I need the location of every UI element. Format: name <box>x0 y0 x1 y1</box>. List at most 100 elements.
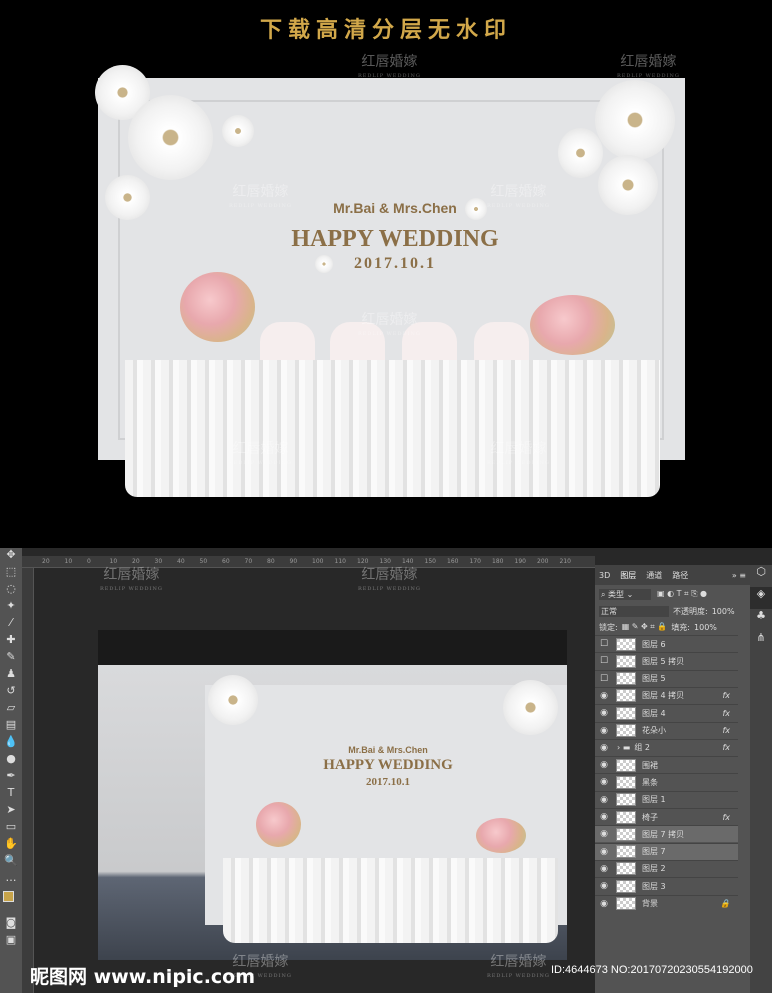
fill-input[interactable]: 100% <box>694 623 717 632</box>
move-tool-icon[interactable]: ✥ <box>0 548 22 565</box>
eye-icon[interactable]: ◉ <box>595 795 613 805</box>
color-swatches[interactable] <box>0 888 22 916</box>
quick-mask-icon[interactable]: ◙ <box>0 916 22 933</box>
blend-mode-select[interactable]: 正常 <box>599 605 669 617</box>
watermark: 红唇婚嫁 REDLIP WEDDING <box>358 312 421 337</box>
layer-name[interactable]: 背景 <box>642 898 658 909</box>
visibility-off-box[interactable]: ☐ <box>595 656 613 666</box>
layer-name[interactable]: 花朵小 <box>642 725 666 736</box>
fx-badge[interactable]: fx <box>722 726 730 735</box>
zoom-tool-icon[interactable]: 🔍 <box>0 854 22 871</box>
marquee-tool-icon[interactable]: ⬚ <box>0 565 22 582</box>
watermark: 红唇婚嫁 REDLIP WEDDING <box>358 567 421 592</box>
shape-tool-icon[interactable]: ▭ <box>0 820 22 837</box>
healing-brush-icon[interactable]: ✚ <box>0 633 22 650</box>
stamp-tool-icon[interactable]: ♟ <box>0 667 22 684</box>
fx-badge[interactable]: fx <box>722 709 730 718</box>
flower <box>105 175 150 220</box>
layer-filter-select[interactable]: ⌕ 类型 ⌄ <box>599 588 651 600</box>
eye-icon[interactable]: ◉ <box>595 899 613 909</box>
eye-icon[interactable]: ◉ <box>595 743 613 753</box>
panel-menu-icon[interactable]: » ≡ <box>732 571 750 580</box>
path-select-icon[interactable]: ➤ <box>0 803 22 820</box>
layer-row[interactable]: ☐ 图层 5 拷贝 <box>595 652 738 669</box>
brush-tool-icon[interactable]: ✎ <box>0 650 22 667</box>
layer-name[interactable]: 图层 5 拷贝 <box>642 656 684 667</box>
blur-tool-icon[interactable]: 💧 <box>0 735 22 752</box>
hand-tool-icon[interactable]: ✋ <box>0 837 22 854</box>
channels-panel-icon[interactable]: ♣ <box>750 609 772 631</box>
type-tool-icon[interactable]: T <box>0 786 22 803</box>
tab-3d[interactable]: 3D <box>599 571 610 580</box>
eye-icon[interactable]: ◉ <box>595 760 613 770</box>
dodge-tool-icon[interactable]: ● <box>0 752 22 769</box>
filter-icons[interactable]: ▣ ◐ T ⌗ ⎘ ● <box>657 589 707 599</box>
layer-row[interactable]: ◉ 图层 4 fx <box>595 704 738 721</box>
layer-name[interactable]: 图层 1 <box>642 794 666 805</box>
magic-wand-icon[interactable]: ✦ <box>0 599 22 616</box>
layer-name[interactable]: 图层 4 拷贝 <box>642 690 684 701</box>
layer-name[interactable]: 组 2 <box>634 742 650 753</box>
layer-name[interactable]: 图层 6 <box>642 639 666 650</box>
more-tools-icon[interactable]: … <box>0 871 22 888</box>
eye-icon[interactable]: ◉ <box>595 777 613 787</box>
foreground-color[interactable] <box>3 891 14 902</box>
layer-name[interactable]: 图层 7 <box>642 846 666 857</box>
opacity-input[interactable]: 100% <box>712 607 735 616</box>
layer-name[interactable]: 椅子 <box>642 812 658 823</box>
layer-row[interactable]: ◉ 图层 3 <box>595 877 738 894</box>
ruler-tick-label: 190 <box>514 558 526 565</box>
paths-panel-icon[interactable]: ⋔ <box>750 631 772 653</box>
layer-row[interactable]: ◉ 椅子 fx <box>595 808 738 825</box>
layer-row[interactable]: ◉ 图层 2 <box>595 859 738 877</box>
pen-tool-icon[interactable]: ✒ <box>0 769 22 786</box>
eye-icon[interactable]: ◉ <box>595 691 613 701</box>
layers-panel-icon[interactable]: ◈ <box>750 587 772 609</box>
fill-label: 填充: <box>671 622 691 632</box>
layer-name[interactable]: 图层 2 <box>642 863 666 874</box>
layer-row[interactable]: ◉ 围裙 <box>595 756 738 773</box>
layer-row[interactable]: ◉ 图层 7 <box>595 842 738 860</box>
lock-icons[interactable]: ▦ ✎ ✥ ⌗ 🔒 <box>622 622 668 632</box>
eye-icon[interactable]: ◉ <box>595 864 613 874</box>
history-brush-icon[interactable]: ↺ <box>0 684 22 701</box>
layer-name[interactable]: 图层 3 <box>642 881 666 892</box>
3d-panel-icon[interactable]: ⬡ <box>750 565 772 587</box>
fx-badge[interactable]: fx <box>722 813 730 822</box>
layer-row[interactable]: ◉ 花朵小 fx <box>595 721 738 739</box>
eye-icon[interactable]: ◉ <box>595 726 613 736</box>
screen-mode-icon[interactable]: ▣ <box>0 933 22 950</box>
eye-icon[interactable]: ◉ <box>595 881 613 891</box>
layer-row[interactable]: ◉ 图层 7 拷贝 <box>595 825 738 843</box>
layer-row[interactable]: ◉ 黑条 <box>595 773 738 790</box>
layer-row[interactable]: ◉ › ▬ 组 2 fx <box>595 738 738 756</box>
layer-row[interactable]: ☐ 图层 6 <box>595 635 738 652</box>
layer-name[interactable]: 图层 5 <box>642 673 666 684</box>
visibility-off-box[interactable]: ☐ <box>595 639 613 649</box>
lasso-tool-icon[interactable]: ◌ <box>0 582 22 599</box>
layer-row[interactable]: ◉ 图层 4 拷贝 fx <box>595 686 738 704</box>
layer-name[interactable]: 黑条 <box>642 777 658 788</box>
layer-row[interactable]: ◉ 图层 1 <box>595 790 738 808</box>
fx-badge[interactable]: fx <box>722 743 730 752</box>
eye-icon[interactable]: ◉ <box>595 847 613 857</box>
eraser-icon[interactable]: ▱ <box>0 701 22 718</box>
folder-icon: › ▬ <box>617 743 631 753</box>
fx-badge[interactable]: fx <box>722 691 730 700</box>
layer-name[interactable]: 围裙 <box>642 760 658 771</box>
visibility-off-box[interactable]: ☐ <box>595 674 613 684</box>
layer-name[interactable]: 图层 7 拷贝 <box>642 829 684 840</box>
layer-thumbnail <box>616 862 636 876</box>
gradient-tool-icon[interactable]: ▤ <box>0 718 22 735</box>
eye-icon[interactable]: ◉ <box>595 708 613 718</box>
tab-channels[interactable]: 通道 <box>646 570 662 581</box>
eye-icon[interactable]: ◉ <box>595 812 613 822</box>
eye-icon[interactable]: ◉ <box>595 829 613 839</box>
eyedropper-icon[interactable]: ⁄ <box>0 616 22 633</box>
layer-name[interactable]: 图层 4 <box>642 708 666 719</box>
layer-row[interactable]: ◉ 背景 🔒 <box>595 894 738 912</box>
tab-layers[interactable]: 图层 <box>620 570 636 581</box>
tab-paths[interactable]: 路径 <box>672 570 688 581</box>
layer-row[interactable]: ☐ 图层 5 <box>595 669 738 687</box>
filter-row: ⌕ 类型 ⌄ ▣ ◐ T ⌗ ⎘ ● <box>595 585 750 603</box>
